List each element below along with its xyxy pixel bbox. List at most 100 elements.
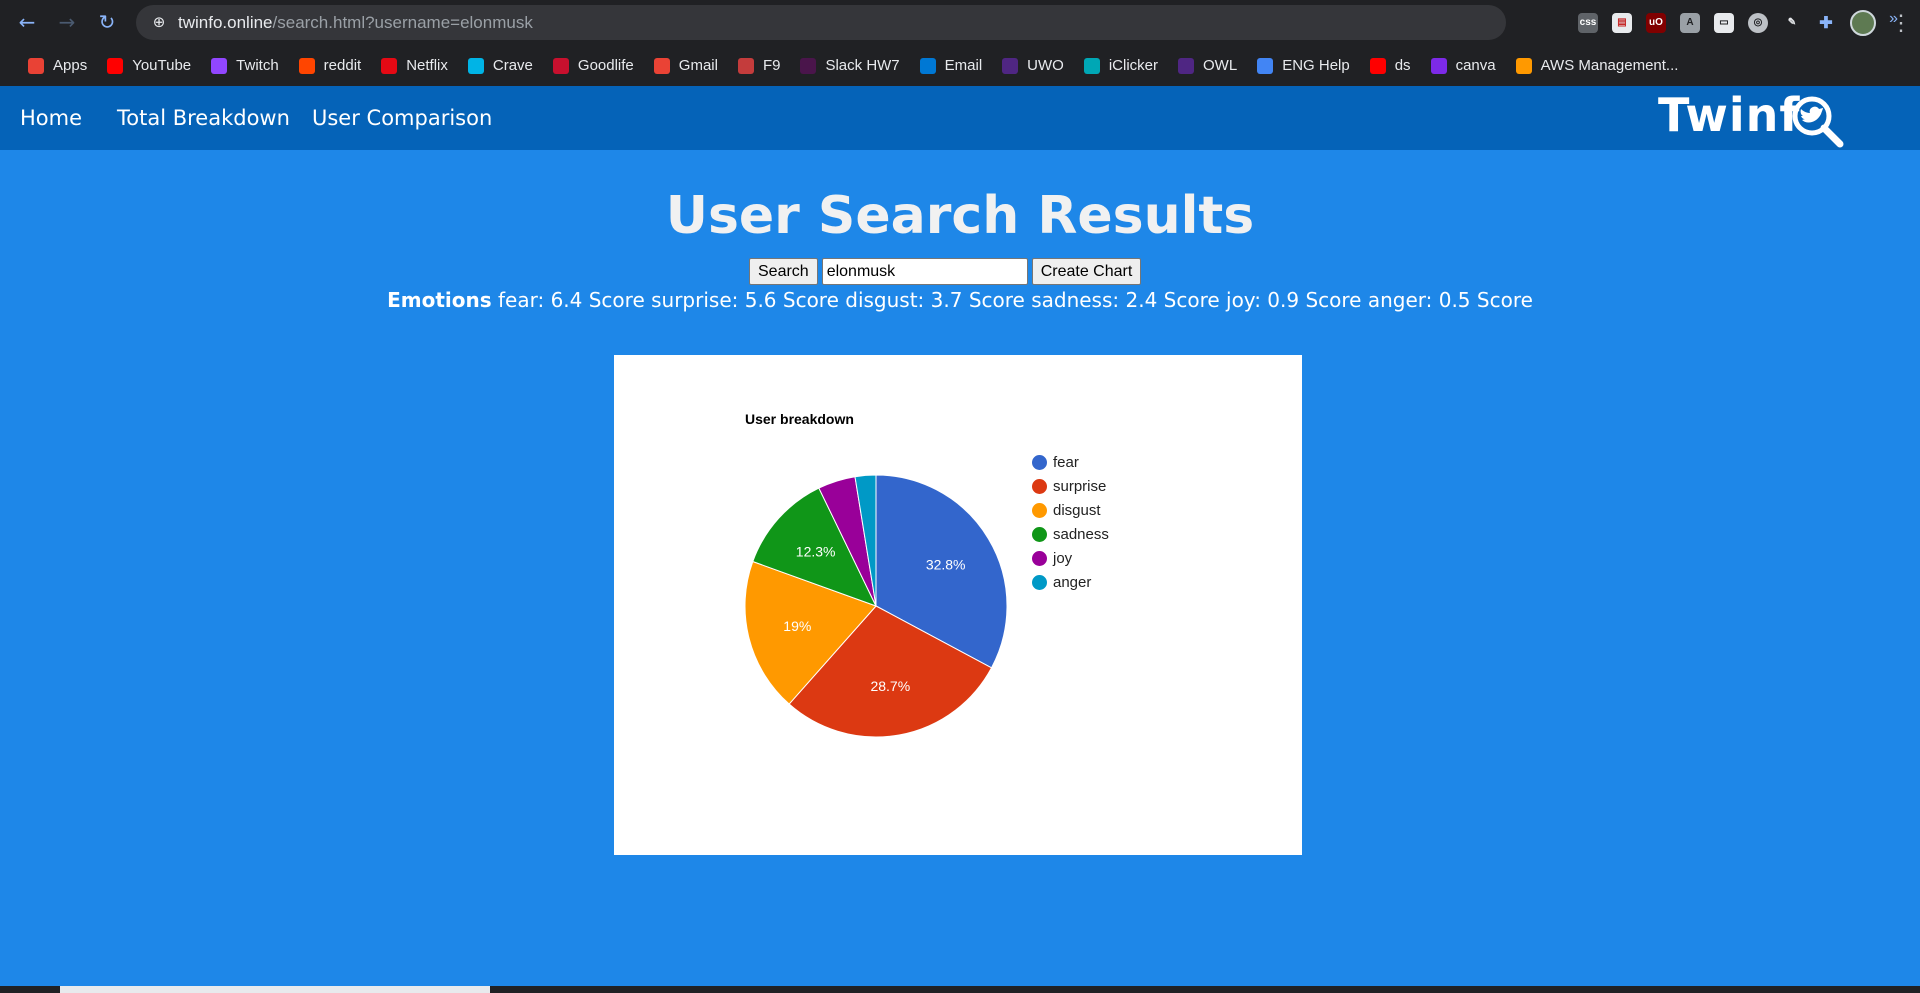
bookmark-favicon-icon: [1430, 57, 1447, 74]
nav-total-breakdown-link[interactable]: Total Breakdown: [117, 106, 290, 130]
legend-item-disgust[interactable]: disgust: [1032, 498, 1109, 522]
legend-item-anger[interactable]: anger: [1032, 570, 1109, 594]
bookmark-item[interactable]: Apps: [18, 51, 97, 81]
bookmark-label: ds: [1394, 57, 1411, 74]
bookmark-label: iClicker: [1108, 57, 1159, 74]
bookmark-item[interactable]: YouTube: [97, 51, 201, 81]
bookmark-item[interactable]: Slack HW7: [790, 51, 909, 81]
bookmark-item[interactable]: OWL: [1168, 51, 1247, 81]
bookmark-label: Twitch: [236, 57, 279, 74]
legend-item-fear[interactable]: fear: [1032, 450, 1109, 474]
css-extension-icon[interactable]: css: [1578, 12, 1598, 33]
site-navbar: Home Total Breakdown User Comparison: [0, 86, 1920, 150]
grammar-extension-icon[interactable]: A: [1680, 12, 1700, 33]
bookmark-favicon-icon: [381, 57, 398, 74]
bookmark-favicon-icon: [1002, 57, 1019, 74]
site-info-icon[interactable]: ⊕: [150, 13, 168, 31]
twinfo-logo[interactable]: Twinf: [1658, 88, 1858, 148]
legend-label: anger: [1053, 573, 1092, 591]
color-picker-icon[interactable]: ✎: [1782, 13, 1802, 33]
bookmark-label: Apps: [53, 57, 88, 74]
back-arrow-icon[interactable]: ←: [14, 9, 40, 35]
emotions-label: Emotions: [387, 288, 492, 312]
legend-swatch: [1032, 550, 1047, 566]
pie-slice-label: 32.8%: [926, 556, 966, 572]
ublock-icon[interactable]: uO: [1646, 12, 1666, 33]
search-row: Search Create Chart: [749, 258, 1142, 286]
legend-label: disgust: [1053, 501, 1101, 519]
bookmark-item[interactable]: canva: [1421, 51, 1506, 81]
bookmark-item[interactable]: ENG Help: [1247, 51, 1360, 81]
username-input[interactable]: [821, 258, 1028, 285]
bookmark-favicon-icon: [1369, 57, 1386, 74]
bookmark-label: canva: [1455, 57, 1496, 74]
legend-label: joy: [1053, 549, 1073, 567]
bookmark-item[interactable]: Email: [910, 51, 993, 81]
profile-avatar[interactable]: [1850, 9, 1876, 36]
nav-user-comparison-link[interactable]: User Comparison: [312, 106, 492, 130]
chart-legend: fear surprise disgust sadness joy anger: [1032, 450, 1109, 594]
legend-item-surprise[interactable]: surprise: [1032, 474, 1109, 498]
bookmark-favicon-icon: [653, 57, 670, 74]
reload-icon[interactable]: ↻: [94, 9, 120, 35]
search-button[interactable]: Search: [749, 258, 818, 285]
bookmark-favicon-icon: [737, 57, 754, 74]
magnifier-bird-icon: [1792, 96, 1844, 148]
url-text[interactable]: twinfo.online/search.html?username=elonm…: [178, 13, 533, 33]
bookmark-item[interactable]: reddit: [289, 51, 372, 81]
emotions-scores: fear: 6.4 Score surprise: 5.6 Score disg…: [498, 288, 1533, 312]
bookmark-label: F9: [762, 57, 781, 74]
pie-chart: 32.8% 28.7% 19% 12.3%: [744, 474, 1008, 738]
bookmark-label: Email: [944, 57, 983, 74]
bookmark-favicon-icon: [211, 57, 228, 74]
bookmark-item[interactable]: F9: [728, 51, 791, 81]
bookmark-favicon-icon: [107, 57, 124, 74]
legend-label: sadness: [1053, 525, 1109, 543]
nav-home-link[interactable]: Home: [20, 106, 82, 130]
bookmark-label: YouTube: [132, 57, 192, 74]
bookmark-item[interactable]: ds: [1360, 51, 1421, 81]
forward-arrow-icon[interactable]: →: [54, 9, 80, 35]
pie-slice-label: 12.3%: [796, 544, 836, 560]
bookmark-label: Slack HW7: [825, 57, 900, 74]
legend-item-joy[interactable]: joy: [1032, 546, 1109, 570]
bookmark-favicon-icon: [298, 57, 315, 74]
bookmark-label: ENG Help: [1282, 57, 1350, 74]
document-extension-icon[interactable]: ▭: [1714, 12, 1734, 33]
bookmark-item[interactable]: Twitch: [201, 51, 289, 81]
bookmark-favicon-icon: [1178, 57, 1195, 74]
legend-swatch: [1032, 478, 1047, 494]
bookmark-label: AWS Management...: [1540, 57, 1679, 74]
bookmark-item[interactable]: AWS Management...: [1506, 51, 1689, 81]
vpn-extension-icon[interactable]: ◎: [1748, 12, 1768, 33]
pie-chart-card: User breakdown 32.8% 28.7% 19% 12.3% fear su…: [614, 355, 1302, 855]
bookmarks-more-button[interactable]: »: [1889, 10, 1898, 28]
logo-text: Twinf: [1658, 88, 1801, 142]
legend-item-sadness[interactable]: sadness: [1032, 522, 1109, 546]
create-chart-button[interactable]: Create Chart: [1031, 258, 1142, 285]
bookmark-favicon-icon: [1515, 57, 1532, 74]
extensions-puzzle-icon[interactable]: ✚: [1816, 13, 1836, 33]
bookmark-item[interactable]: UWO: [992, 51, 1074, 81]
pie-slice-label: 19%: [783, 618, 811, 634]
page-title: User Search Results: [665, 186, 1255, 246]
horizontal-scrollbar-thumb[interactable]: [60, 986, 490, 993]
legend-swatch: [1032, 454, 1047, 470]
bookmark-item[interactable]: Gmail: [644, 51, 728, 81]
bookmark-item[interactable]: Goodlife: [543, 51, 644, 81]
bookmark-label: Netflix: [406, 57, 448, 74]
bookmark-label: reddit: [323, 57, 362, 74]
bookmarks-bar: Apps YouTube Twitch reddit Netflix Crave Goodl…: [0, 45, 1920, 86]
extensions-bar: css ▤ uO A ▭ ◎ ✎ ✚ ⋮: [1578, 0, 1920, 45]
bookmark-favicon-icon: [1257, 57, 1274, 74]
bookmark-label: OWL: [1203, 57, 1238, 74]
bookmark-label: Crave: [492, 57, 533, 74]
bookmark-item[interactable]: iClicker: [1074, 51, 1168, 81]
legend-label: fear: [1053, 453, 1079, 471]
pie-slice-label: 28.7%: [870, 678, 910, 694]
bookmark-item[interactable]: Netflix: [371, 51, 458, 81]
pdf-extension-icon[interactable]: ▤: [1612, 12, 1632, 33]
address-bar[interactable]: ⊕ twinfo.online/search.html?username=elo…: [136, 5, 1506, 40]
legend-label: surprise: [1053, 477, 1107, 495]
bookmark-item[interactable]: Crave: [458, 51, 543, 81]
